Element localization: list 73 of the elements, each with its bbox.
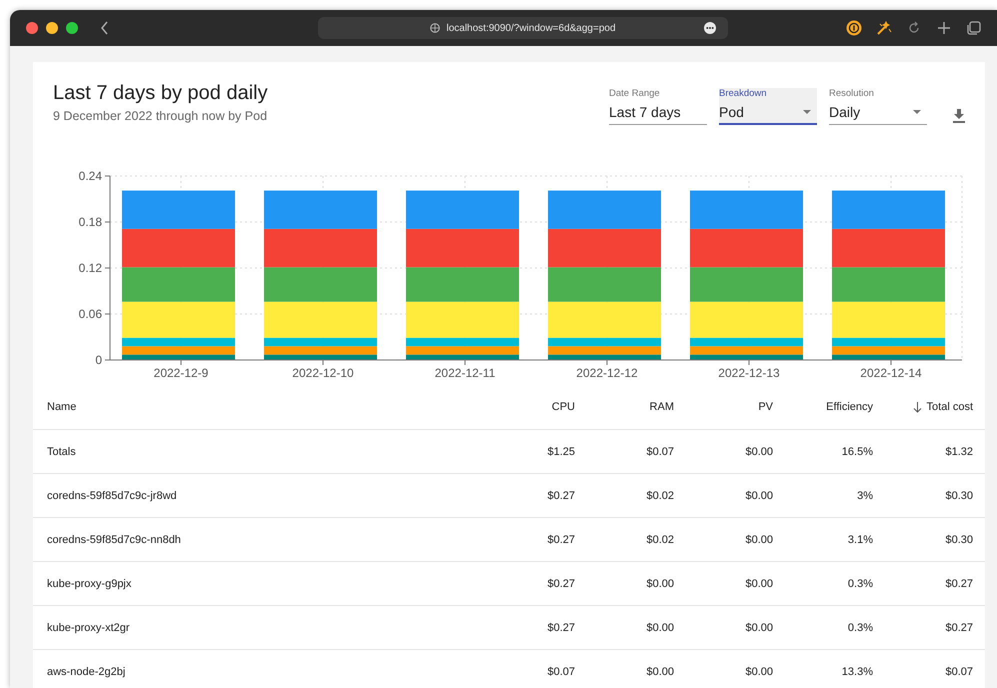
column-header[interactable]: Name (47, 401, 76, 413)
globe-icon (430, 23, 440, 33)
y-tick-label: 0.06 (78, 307, 102, 321)
table-cell: $0.00 (745, 446, 773, 458)
table-cell: $0.27 (547, 490, 575, 502)
column-header[interactable]: CPU (552, 401, 575, 413)
download-icon[interactable] (953, 109, 965, 123)
y-tick-label: 0.18 (78, 215, 102, 229)
report-title: Last 7 days by pod daily (53, 82, 268, 105)
table-cell: $0.00 (745, 490, 773, 502)
x-tick-label: 2022-12-9 (154, 366, 208, 380)
table-cell: $0.02 (646, 490, 674, 502)
dropdown[interactable]: Breakdown Pod (719, 88, 817, 125)
table-cell: kube-proxy-xt2gr (47, 622, 130, 634)
table-cell: $1.32 (945, 446, 973, 458)
table-cell: $0.00 (745, 578, 773, 590)
caret-icon (803, 110, 811, 114)
table-cell: $0.07 (646, 446, 674, 458)
table-cell: $0.27 (547, 622, 575, 634)
table-cell: $1.25 (547, 446, 575, 458)
caret-icon (913, 110, 921, 114)
table-cell: $0.00 (646, 666, 674, 678)
report-subtitle: 9 December 2022 through now by Pod (53, 109, 268, 123)
table-cell: $0.27 (547, 534, 575, 546)
table-cell: $0.00 (745, 666, 773, 678)
y-tick-label: 0.12 (78, 261, 102, 275)
extension-icon[interactable] (846, 20, 862, 36)
table-cell: 0.3% (848, 578, 873, 590)
wand-icon[interactable] (876, 20, 892, 36)
back-icon[interactable] (100, 21, 110, 35)
table-cell: $0.30 (945, 534, 973, 546)
table-cell: $0.00 (646, 622, 674, 634)
x-tick-label: 2022-12-11 (434, 366, 496, 380)
table-cell: Totals (47, 446, 76, 458)
table-cell: $0.27 (547, 578, 575, 590)
table-cell: 3.1% (848, 534, 873, 546)
table-cell: 0.3% (848, 622, 873, 634)
x-tick-label: 2022-12-10 (292, 366, 354, 380)
table-cell: $0.07 (945, 666, 973, 678)
table-cell: kube-proxy-g9pjx (47, 578, 132, 590)
tabs-icon[interactable] (966, 20, 982, 36)
table-cell: 3% (857, 490, 873, 502)
table-cell: coredns-59f85d7c9c-jr8wd (47, 490, 177, 502)
table-cell: coredns-59f85d7c9c-nn8dh (47, 534, 181, 546)
x-tick-label: 2022-12-13 (718, 366, 780, 380)
input-field[interactable]: Date Range Last 7 days (609, 88, 707, 125)
column-header[interactable]: PV (758, 401, 773, 413)
url-text: localhost:9090/?window=6d&agg=pod (446, 22, 616, 34)
more-icon[interactable] (704, 22, 716, 34)
table-cell: $0.07 (547, 666, 575, 678)
zoom-button[interactable] (66, 22, 78, 34)
close-button[interactable] (26, 22, 38, 34)
table-cell: aws-node-2g2bj (47, 666, 126, 678)
y-tick-label: 0 (95, 353, 102, 367)
minimize-button[interactable] (46, 22, 58, 34)
y-tick-label: 0.24 (78, 169, 102, 183)
table-cell: $0.00 (745, 534, 773, 546)
x-tick-label: 2022-12-12 (576, 366, 638, 380)
table-cell: $0.02 (646, 534, 674, 546)
table-cell: 13.3% (842, 666, 873, 678)
column-header[interactable]: RAM (650, 401, 674, 413)
address-bar[interactable]: localhost:9090/?window=6d&agg=pod (318, 17, 728, 39)
table-cell: 16.5% (842, 446, 873, 458)
table-cell: $0.00 (646, 578, 674, 590)
column-header[interactable]: Total cost (912, 401, 973, 413)
x-tick-label: 2022-12-14 (860, 366, 922, 380)
column-header[interactable]: Efficiency (826, 401, 873, 413)
table-cell: $0.27 (945, 622, 973, 634)
new-tab-icon[interactable] (936, 20, 952, 36)
table-cell: $0.30 (945, 490, 973, 502)
table-cell: $0.27 (945, 578, 973, 590)
table-cell: $0.00 (745, 622, 773, 634)
dropdown[interactable]: Resolution Daily (829, 88, 927, 125)
